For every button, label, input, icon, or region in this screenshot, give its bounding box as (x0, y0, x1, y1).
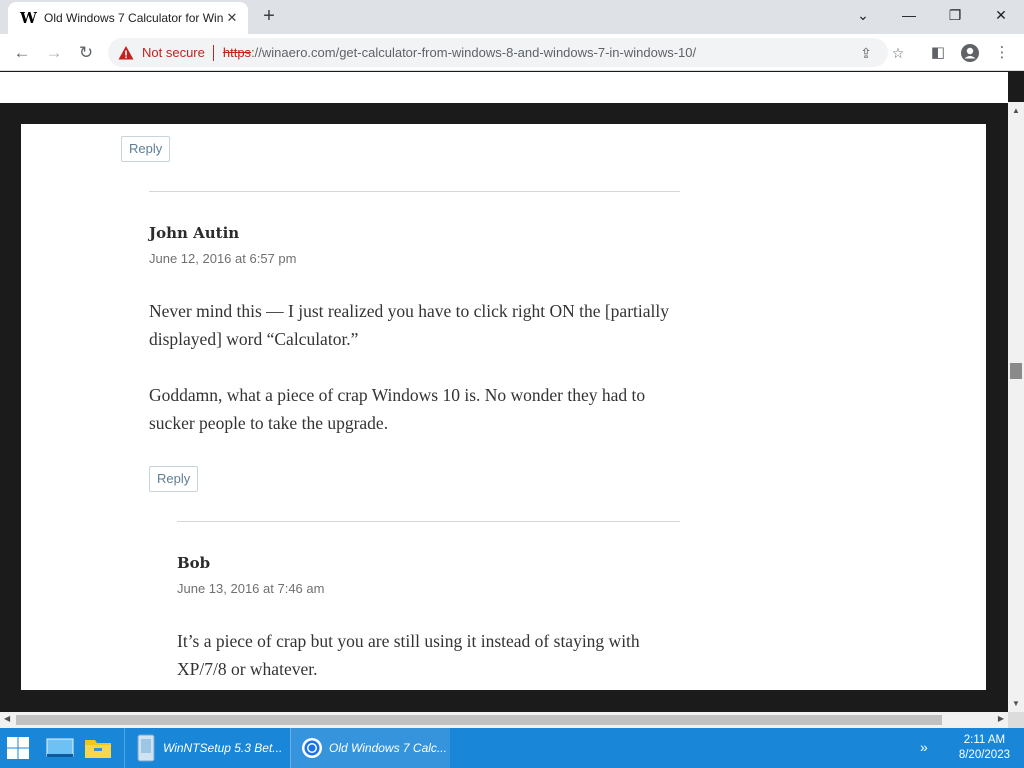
show-hidden-icons-chevron-icon[interactable]: » (920, 739, 928, 755)
horizontal-scrollbar[interactable]: ◀ ▶ (0, 712, 1008, 728)
taskbar-app-label: WinNTSetup 5.3 Bet... (163, 741, 283, 755)
warning-triangle-icon (118, 45, 134, 59)
url-path: ://winaero.com/get-calculator-from-windo… (251, 45, 697, 60)
scroll-down-arrow-icon[interactable]: ▼ (1012, 699, 1020, 708)
menu-kebab-icon[interactable]: ⋮ (988, 39, 1016, 67)
url-scheme: https (222, 45, 252, 60)
vertical-scroll-thumb[interactable] (1010, 363, 1022, 379)
address-bar[interactable]: Not secure https://winaero.com/get-calcu… (108, 38, 904, 67)
tab-close-icon[interactable]: ✕ (224, 10, 240, 26)
scroll-left-arrow-icon[interactable]: ◀ (4, 714, 10, 723)
comment-text: It’s a piece of crap but you are still u… (177, 631, 640, 679)
comment-date[interactable]: June 12, 2016 at 6:57 pm (149, 251, 296, 266)
forward-arrow-icon[interactable]: → (40, 39, 68, 67)
horizontal-scroll-thumb[interactable] (16, 715, 942, 725)
reply-button[interactable]: Reply (149, 466, 199, 492)
security-status[interactable]: Not secure (142, 45, 205, 60)
comment-date[interactable]: June 13, 2016 at 7:46 am (177, 581, 324, 596)
minimize-button[interactable]: — (886, 0, 932, 30)
comment-author[interactable]: John Autin (149, 224, 239, 242)
back-arrow-icon[interactable]: ← (8, 39, 36, 67)
tab-strip: W Old Windows 7 Calculator for Win ✕ + ⌄… (0, 0, 1024, 34)
task-view-icon[interactable] (46, 728, 76, 768)
comment-divider (149, 191, 680, 192)
clock-time: 2:11 AM (963, 734, 1006, 746)
vertical-scrollbar[interactable]: ▲ ▼ (1008, 102, 1024, 712)
comment-author[interactable]: Bob (177, 554, 210, 572)
file-explorer-icon[interactable] (84, 728, 114, 768)
start-button[interactable] (6, 728, 34, 768)
taskbar-app-label: Old Windows 7 Calc... (329, 741, 447, 755)
reply-button[interactable]: Reply (121, 136, 171, 162)
taskbar-app-chrome[interactable]: Old Windows 7 Calc... (290, 728, 450, 768)
share-icon[interactable]: ⇪ (856, 43, 876, 63)
clock-date: 8/20/2023 (958, 749, 1010, 761)
browser-tab[interactable]: W Old Windows 7 Calculator for Win ✕ (8, 2, 248, 34)
side-panel-icon[interactable]: ◧ (924, 39, 952, 67)
comment-divider (177, 521, 680, 522)
winntsetup-icon (137, 734, 155, 762)
taskbar-app-winntsetup[interactable]: WinNTSetup 5.3 Bet... (124, 728, 284, 768)
scroll-up-arrow-icon[interactable]: ▲ (1012, 106, 1020, 115)
taskbar: WinNTSetup 5.3 Bet... Old Windows 7 Calc… (0, 728, 1024, 768)
new-tab-button[interactable]: + (258, 6, 280, 28)
restore-button[interactable]: ❐ (932, 0, 978, 30)
tab-title: Old Windows 7 Calculator for Win (44, 11, 224, 25)
scroll-right-arrow-icon[interactable]: ▶ (998, 714, 1004, 723)
chrome-icon (302, 738, 322, 758)
bookmark-star-icon[interactable]: ☆ (888, 43, 908, 63)
windows-logo-icon (7, 737, 29, 759)
winaero-favicon-icon: W (20, 9, 37, 27)
comments-section: Reply John Autin June 12, 2016 at 6:57 p… (21, 124, 986, 690)
url-separator (212, 44, 214, 61)
comment-text: Goddamn, what a piece of crap Windows 10… (149, 385, 646, 433)
page-viewport: Reply John Autin June 12, 2016 at 6:57 p… (0, 72, 1008, 712)
close-window-button[interactable]: ✕ (978, 0, 1024, 30)
tab-search-chevron-icon[interactable]: ⌄ (840, 0, 886, 30)
profile-avatar-icon[interactable] (956, 39, 984, 67)
comment-text: Never mind this — I just realized you ha… (149, 301, 669, 349)
reload-icon[interactable]: ↻ (72, 39, 100, 67)
browser-toolbar: ← → ↻ Not secure https://winaero.com/get… (0, 34, 1024, 71)
system-clock[interactable]: 2:11 AM 8/20/2023 (959, 733, 1010, 763)
scrollbar-corner (1008, 712, 1024, 728)
url-text[interactable]: https://winaero.com/get-calculator-from-… (223, 45, 696, 60)
